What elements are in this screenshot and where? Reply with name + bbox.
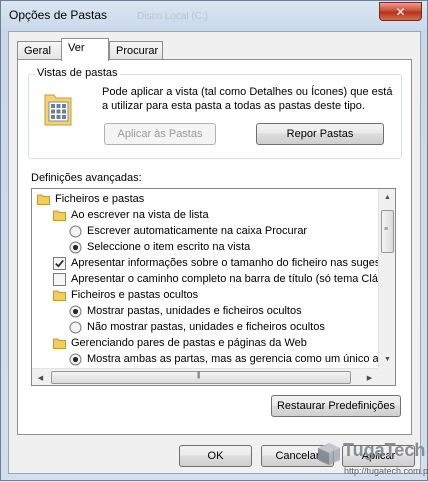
advanced-settings-label: Definições avançadas: <box>31 172 142 184</box>
vertical-scrollbar[interactable]: ▲ ≡ ▼ <box>378 189 395 368</box>
radio-checked-icon[interactable] <box>69 353 82 366</box>
close-button[interactable]: ✕ <box>379 2 422 21</box>
scroll-left-icon[interactable]: ◀ <box>32 369 49 385</box>
scroll-right-icon[interactable]: ▶ <box>361 369 378 385</box>
tab-procurar[interactable]: Procurar <box>109 41 163 60</box>
folder-icon <box>53 338 66 349</box>
checkbox-unchecked-icon[interactable] <box>53 273 66 286</box>
scroll-down-icon[interactable]: ▼ <box>379 351 395 368</box>
tree-item-label: Seleccione o item escrito na vista <box>87 241 251 253</box>
tree-item-label: Apresentar o caminho completo na barra d… <box>71 273 378 285</box>
radio-unchecked-icon[interactable] <box>69 225 82 238</box>
vertical-scroll-thumb[interactable]: ≡ <box>381 210 394 253</box>
tab-geral[interactable]: Geral <box>17 41 62 60</box>
ok-button[interactable]: OK <box>179 445 252 467</box>
folder-icon <box>37 194 50 205</box>
apply-to-folders-button[interactable]: Aplicar às Pastas <box>104 123 216 145</box>
tree-item-label: Mostra ambas as partas, mas as gerencia … <box>87 353 378 365</box>
dialog-body: Geral Ver Procurar Vistas de pastas Pode… <box>8 31 421 474</box>
tree-item-label: Apresentar informações sobre o tamanho d… <box>71 257 378 269</box>
title-bar[interactable]: Opções de Pastas Disco Local (C:) ✕ <box>1 1 427 31</box>
tree-item-label: Ficheiros e pastas <box>55 193 145 205</box>
scroll-up-icon[interactable]: ▲ <box>379 189 395 206</box>
radio-checked-icon[interactable] <box>69 241 82 254</box>
tree-item-label: Ficheiros e pastas ocultos <box>71 289 199 301</box>
tree-item-label: Mostrar pastas, unidades e ficheiros ocu… <box>87 305 302 317</box>
apply-button[interactable]: Aplicar <box>342 445 415 467</box>
tree-item-label: Gerenciando pares de pastas e páginas da… <box>71 337 307 349</box>
restore-defaults-button[interactable]: Restaurar Predefinições <box>271 395 401 417</box>
advanced-settings-list: Ficheiros e pastas Ao escrever na vista d… <box>32 189 378 368</box>
reset-folders-button[interactable]: Repor Pastas <box>256 123 384 145</box>
horizontal-scrollbar[interactable]: ◀ ||| ▶ <box>32 368 378 385</box>
grip-icon: ≡ <box>384 226 388 233</box>
horizontal-scroll-thumb[interactable]: ||| <box>51 371 351 384</box>
advanced-settings-tree[interactable]: Ficheiros e pastas Ao escrever na vista d… <box>31 188 396 386</box>
folder-views-title: Vistas de pastas <box>35 67 120 79</box>
grip-icon: ||| <box>197 372 201 379</box>
background-window-title: Disco Local (C:) <box>137 11 209 22</box>
folder-options-dialog: Opções de Pastas Disco Local (C:) ✕ Gera… <box>0 0 428 481</box>
folder-icon <box>53 290 66 301</box>
tree-item-label: Escrever automaticamente na caixa Procur… <box>87 225 308 237</box>
scroll-corner <box>378 368 395 385</box>
folder-icon <box>53 210 66 221</box>
cancel-button[interactable]: Cancelar <box>261 445 334 467</box>
checkbox-checked-icon[interactable] <box>53 257 66 270</box>
tree-item-label: Ao escrever na vista de lista <box>71 209 209 221</box>
close-icon: ✕ <box>395 4 406 19</box>
tab-panel-ver: Vistas de pastas Pode aplicar a vista (t… <box>17 59 412 435</box>
window-title: Opções de Pastas <box>9 8 108 22</box>
folder-views-group: Vistas de pastas Pode aplicar a vista (t… <box>28 67 402 159</box>
tab-ver[interactable]: Ver <box>61 38 109 61</box>
folder-grid-icon <box>44 94 72 126</box>
radio-unchecked-icon[interactable] <box>69 321 82 334</box>
folder-views-description: Pode aplicar a vista (tal como Detalhes … <box>102 86 393 112</box>
radio-checked-icon[interactable] <box>69 305 82 318</box>
tree-item-label: Não mostrar pastas, unidades e ficheiros… <box>87 321 325 333</box>
